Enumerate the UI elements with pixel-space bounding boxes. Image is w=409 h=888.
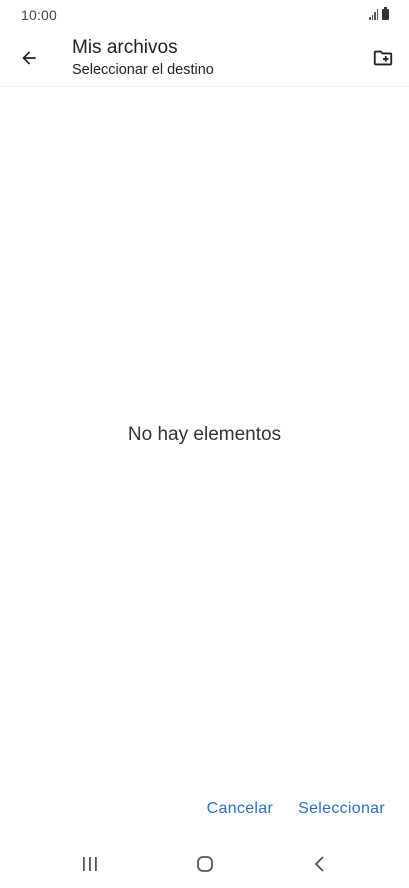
create-new-folder-icon bbox=[373, 50, 393, 66]
empty-state-message: No hay elementos bbox=[127, 424, 282, 445]
navigation-bar bbox=[0, 840, 409, 888]
nav-back-button[interactable] bbox=[300, 852, 340, 876]
recents-icon bbox=[83, 857, 97, 871]
recents-button[interactable] bbox=[70, 852, 110, 876]
arrow-back-icon bbox=[22, 51, 36, 65]
dialog-actions: Cancelar Seleccionar bbox=[207, 800, 385, 818]
app-bar: Mis archivos Seleccionar el destino bbox=[0, 30, 409, 87]
cancel-button[interactable]: Cancelar bbox=[207, 800, 273, 818]
home-icon bbox=[197, 856, 213, 872]
back-button[interactable] bbox=[13, 42, 45, 74]
page-subtitle: Seleccionar el destino bbox=[72, 62, 214, 78]
select-button[interactable]: Seleccionar bbox=[298, 800, 385, 818]
battery-icon bbox=[382, 7, 389, 20]
nav-back-icon bbox=[314, 856, 324, 872]
status-bar: 10:00 bbox=[0, 0, 409, 30]
signal-icon bbox=[369, 9, 378, 20]
status-time: 10:00 bbox=[21, 7, 58, 23]
home-button[interactable] bbox=[185, 852, 225, 876]
status-icons bbox=[369, 7, 389, 20]
new-folder-button[interactable] bbox=[368, 43, 398, 73]
title-block: Mis archivos Seleccionar el destino bbox=[72, 37, 214, 80]
page-title: Mis archivos bbox=[72, 37, 178, 58]
